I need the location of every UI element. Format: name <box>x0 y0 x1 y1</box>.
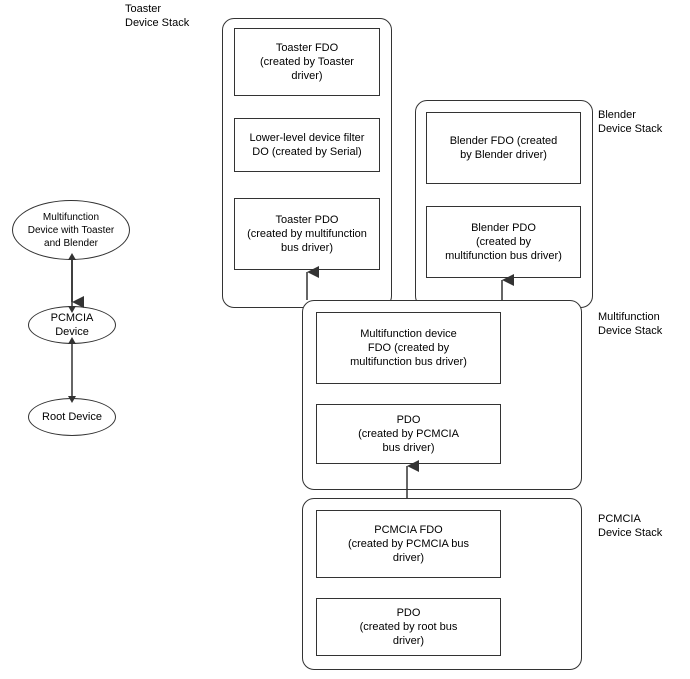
root-device-oval: Root Device <box>28 398 116 436</box>
multifunction-stack-label: MultifunctionDevice Stack <box>598 310 678 339</box>
multifunction-device-oval: MultifunctionDevice with Toasterand Blen… <box>12 200 130 260</box>
pdo-root-box: PDO(created by root busdriver) <box>316 598 501 656</box>
toaster-pdo-box: Toaster PDO(created by multifunctionbus … <box>234 198 380 270</box>
blender-pdo-box: Blender PDO(created bymultifunction bus … <box>426 206 581 278</box>
blender-stack-label: BlenderDevice Stack <box>598 108 678 137</box>
toaster-fdo-box: Toaster FDO(created by Toasterdriver) <box>234 28 380 96</box>
pcmcia-fdo-box: PCMCIA FDO(created by PCMCIA busdriver) <box>316 510 501 578</box>
lower-filter-box: Lower-level device filterDO (created by … <box>234 118 380 172</box>
pdo-pcmcia-box: PDO(created by PCMCIAbus driver) <box>316 404 501 464</box>
pcmcia-stack-label: PCMCIADevice Stack <box>598 512 678 541</box>
pcmcia-device-oval: PCMCIA Device <box>28 306 116 344</box>
blender-fdo-box: Blender FDO (createdby Blender driver) <box>426 112 581 184</box>
toaster-stack-label: ToasterDevice Stack <box>125 2 215 31</box>
multifunction-fdo-box: Multifunction deviceFDO (created bymulti… <box>316 312 501 384</box>
diagram-container: ToasterDevice Stack BlenderDevice Stack … <box>0 0 690 679</box>
